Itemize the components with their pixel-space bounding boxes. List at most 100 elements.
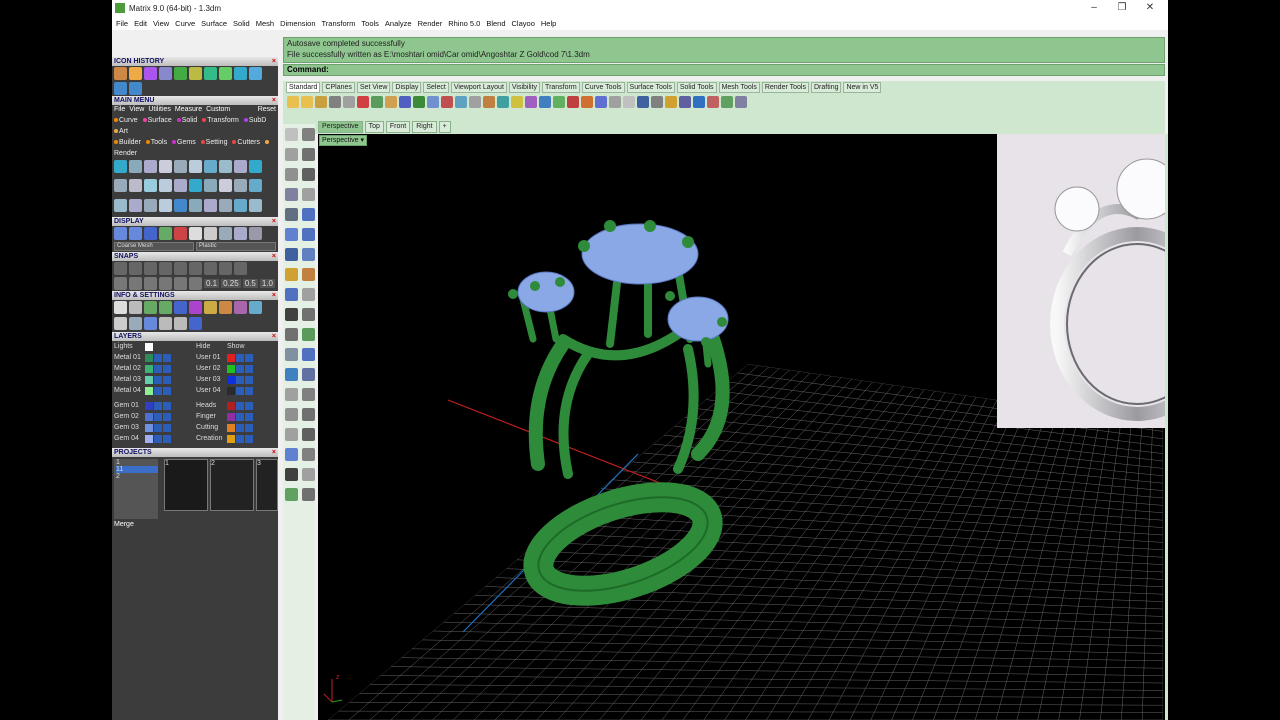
tool-icon[interactable]	[204, 301, 217, 314]
snap-icon[interactable]	[234, 262, 247, 275]
tab-right[interactable]: Right	[412, 121, 437, 133]
side-tool-icon[interactable]	[302, 128, 315, 141]
add-viewport-button[interactable]: +	[438, 121, 451, 133]
project-slot[interactable]: 2	[210, 459, 254, 511]
menu-tools[interactable]: Tools	[361, 19, 379, 28]
tool-icon[interactable]	[189, 160, 202, 173]
side-tool-icon[interactable]	[285, 188, 298, 201]
snap-value[interactable]: 0.5	[242, 279, 258, 288]
toolbar-tool-icon[interactable]	[735, 96, 747, 108]
toolbar-tab[interactable]: Drafting	[810, 82, 842, 93]
close-icon[interactable]: ×	[272, 57, 276, 66]
toolbar-tool-icon[interactable]	[315, 96, 327, 108]
layer-cell[interactable]: Metal 02	[114, 364, 194, 373]
menu-render[interactable]: Render	[418, 19, 443, 28]
layer-visibility-toggle[interactable]	[154, 412, 162, 421]
mm-tab-cutters[interactable]: Cutters	[232, 139, 260, 146]
layer-visibility-toggle[interactable]	[236, 353, 244, 362]
close-button[interactable]: ✕	[1136, 0, 1164, 15]
toolbar-tool-icon[interactable]	[623, 96, 635, 108]
layer-cell[interactable]: Metal 01	[114, 353, 194, 362]
tool-icon[interactable]	[219, 67, 232, 80]
tool-icon[interactable]	[114, 198, 127, 212]
layer-lock-toggle[interactable]	[163, 401, 171, 410]
project-list-item[interactable]: 2	[116, 473, 158, 480]
toolbar-tab[interactable]: Select	[423, 82, 449, 93]
tool-icon[interactable]	[219, 227, 232, 240]
menu-mesh[interactable]: Mesh	[256, 19, 274, 28]
snap-icon[interactable]	[174, 262, 187, 275]
side-tool-icon[interactable]	[302, 308, 315, 321]
tool-icon[interactable]	[249, 301, 262, 314]
close-icon[interactable]: ×	[272, 332, 276, 341]
layer-color-swatch[interactable]	[145, 423, 153, 432]
toolbar-tool-icon[interactable]	[441, 96, 453, 108]
side-tool-icon[interactable]	[285, 168, 298, 181]
snap-icon[interactable]	[114, 277, 127, 290]
layer-color-swatch[interactable]	[227, 401, 235, 410]
tool-icon[interactable]	[249, 179, 262, 193]
mm-custom[interactable]: Custom	[206, 105, 230, 115]
layer-lock-toggle[interactable]	[245, 434, 253, 443]
merge-button[interactable]: Merge	[114, 521, 134, 528]
mm-tab-art[interactable]: Art	[114, 128, 128, 135]
toolbar-tab[interactable]: Standard	[286, 82, 321, 93]
side-tool-icon[interactable]	[302, 168, 315, 181]
arrow-left-icon[interactable]	[114, 82, 127, 95]
layer-visibility-toggle[interactable]	[154, 375, 162, 384]
side-tool-icon[interactable]	[285, 468, 298, 481]
side-tool-icon[interactable]	[302, 388, 315, 401]
tool-icon[interactable]	[204, 67, 217, 80]
reset-button[interactable]: Reset	[258, 105, 276, 115]
perspective-viewport[interactable]: z Perspective ▾	[318, 134, 1165, 720]
toolbar-tab[interactable]: Display	[392, 82, 422, 93]
tool-icon[interactable]	[144, 179, 157, 193]
toolbar-tool-icon[interactable]	[511, 96, 523, 108]
toolbar-tool-icon[interactable]	[483, 96, 495, 108]
layer-visibility-toggle[interactable]	[236, 375, 244, 384]
layer-color-swatch[interactable]	[227, 386, 235, 395]
tool-icon[interactable]	[174, 227, 187, 240]
tool-icon[interactable]	[144, 160, 157, 173]
side-tool-icon[interactable]	[285, 268, 298, 281]
tool-icon[interactable]	[129, 317, 142, 330]
toolbar-tool-icon[interactable]	[707, 96, 719, 108]
layer-visibility-toggle[interactable]	[154, 423, 162, 432]
tool-icon[interactable]	[189, 227, 202, 240]
snap-value[interactable]: 0.1	[204, 279, 220, 288]
layer-lock-toggle[interactable]	[245, 353, 253, 362]
layer-lock-toggle[interactable]	[163, 375, 171, 384]
layer-lock-toggle[interactable]	[245, 423, 253, 432]
side-tool-icon[interactable]	[285, 448, 298, 461]
lights-swatch[interactable]	[145, 342, 153, 351]
tool-icon[interactable]	[249, 198, 262, 212]
toolbar-tool-icon[interactable]	[371, 96, 383, 108]
project-slot[interactable]: 1	[164, 459, 208, 511]
layer-cell[interactable]: Cutting	[196, 423, 276, 432]
tool-icon[interactable]	[234, 179, 247, 193]
layer-cell[interactable]: Metal 04	[114, 386, 194, 395]
snap-icon[interactable]	[144, 277, 157, 290]
project-list-item[interactable]: 11	[116, 466, 158, 473]
layer-color-swatch[interactable]	[145, 412, 153, 421]
layer-cell[interactable]: Gem 02	[114, 412, 194, 421]
tool-icon[interactable]	[219, 301, 232, 314]
side-tool-icon[interactable]	[302, 248, 315, 261]
layer-color-swatch[interactable]	[227, 412, 235, 421]
layer-cell[interactable]: Finger	[196, 412, 276, 421]
menu-curve[interactable]: Curve	[175, 19, 195, 28]
toolbar-tool-icon[interactable]	[539, 96, 551, 108]
side-tool-icon[interactable]	[302, 368, 315, 381]
toolbar-tab[interactable]: CPlanes	[322, 82, 355, 93]
layer-cell[interactable]: Heads	[196, 401, 276, 410]
side-tool-icon[interactable]	[302, 228, 315, 241]
tool-icon[interactable]	[174, 67, 187, 80]
tool-icon[interactable]	[159, 198, 172, 212]
layer-color-swatch[interactable]	[145, 375, 153, 384]
tool-icon[interactable]	[129, 179, 142, 193]
tool-icon[interactable]	[159, 317, 172, 330]
side-tool-icon[interactable]	[302, 468, 315, 481]
toolbar-tool-icon[interactable]	[679, 96, 691, 108]
mm-measure[interactable]: Measure	[175, 105, 202, 115]
tool-icon[interactable]	[114, 67, 127, 80]
